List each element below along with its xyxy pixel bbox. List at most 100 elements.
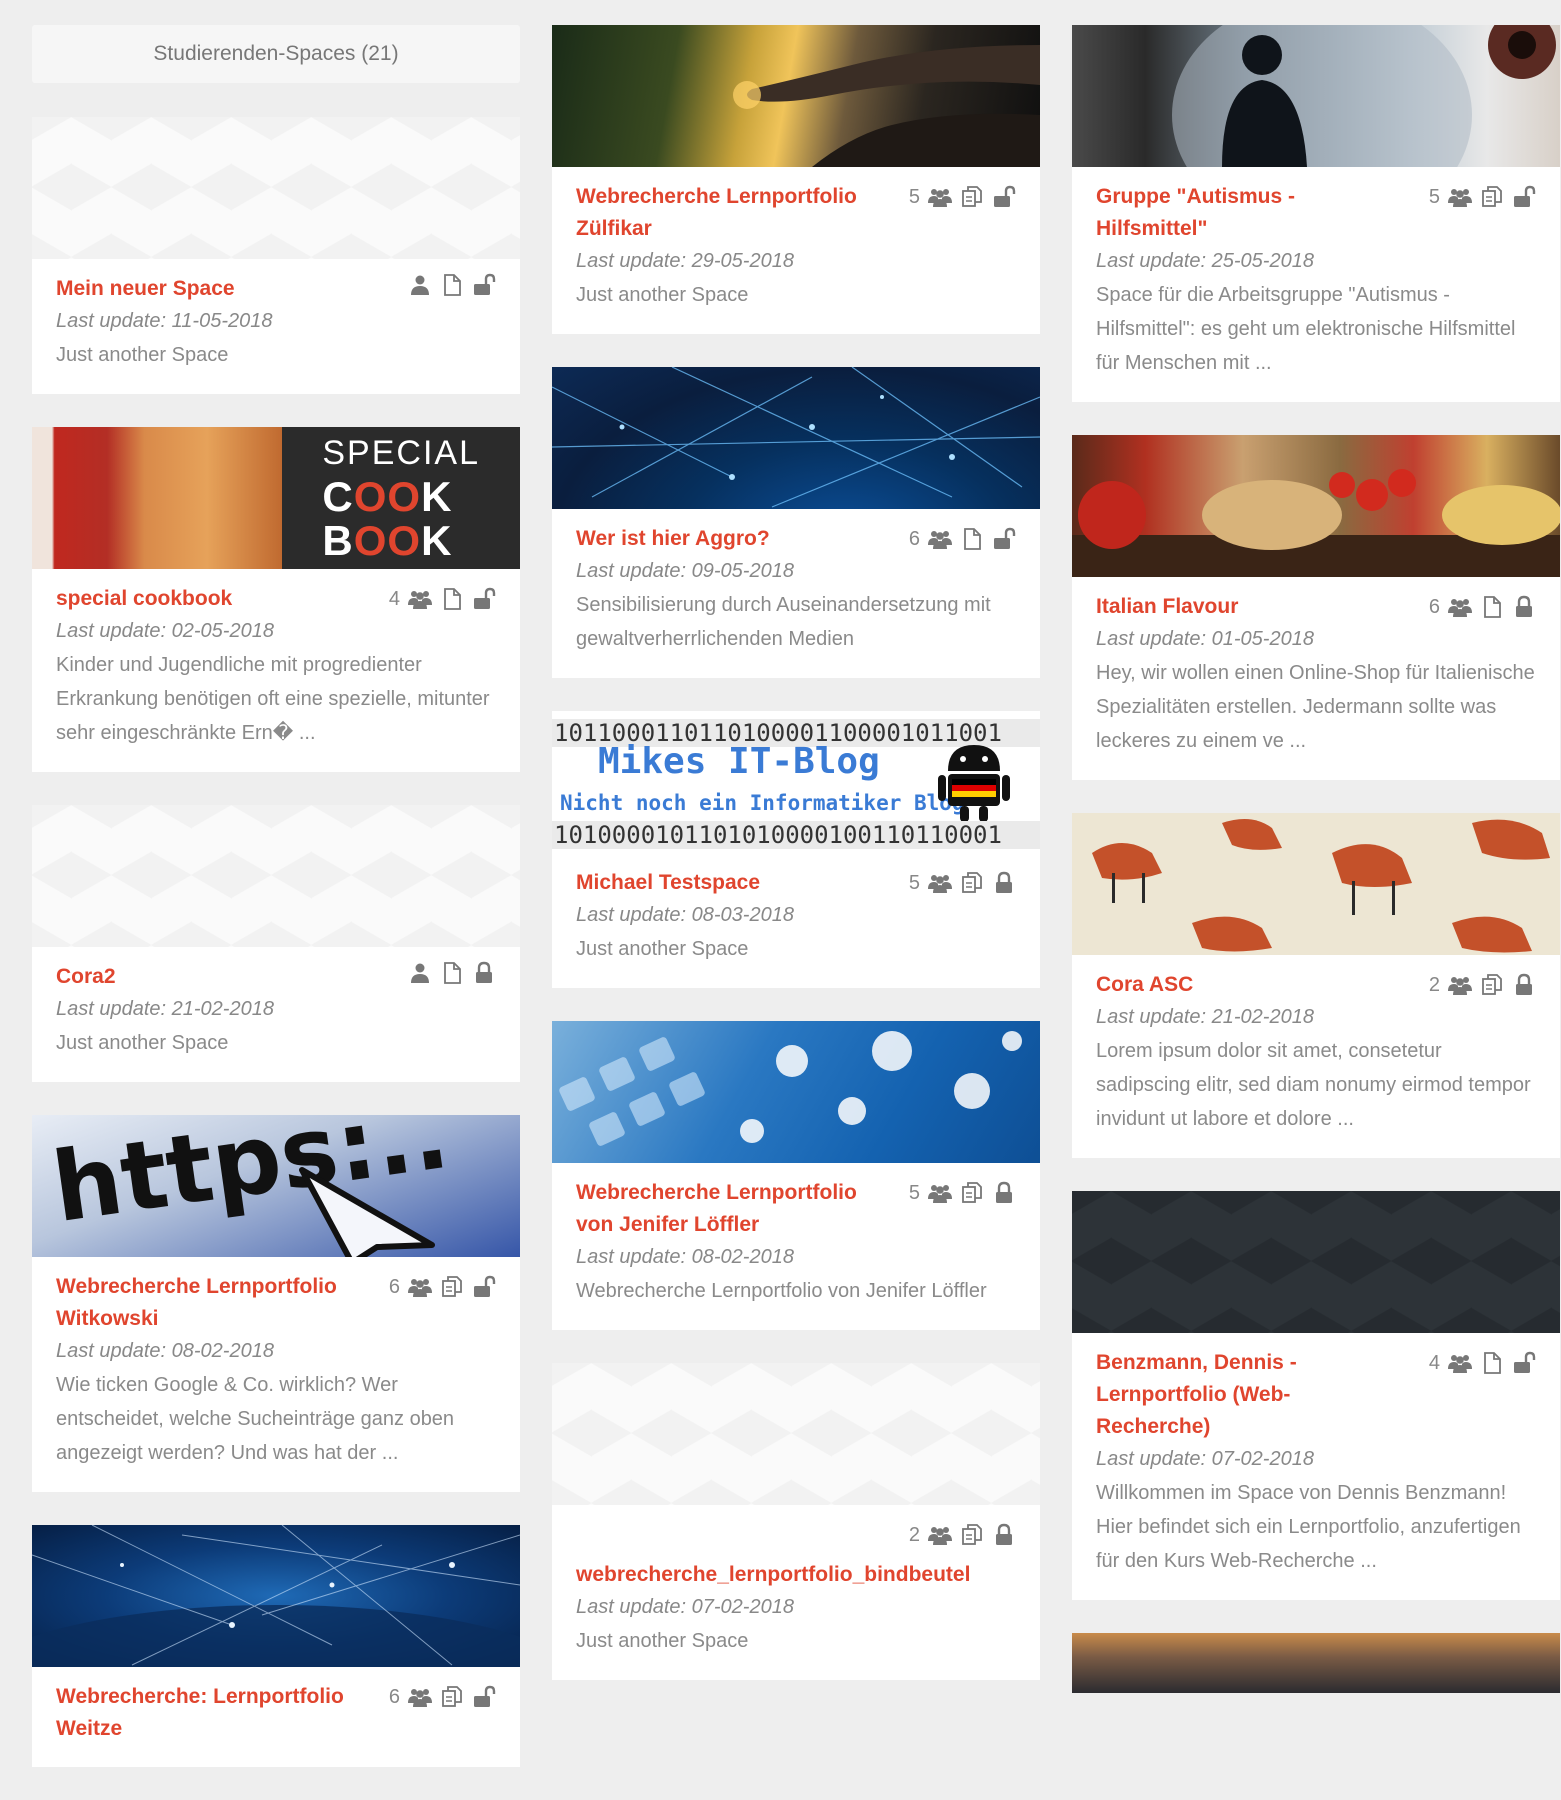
space-card-meta: 5 — [909, 1177, 1016, 1209]
space-card[interactable]: Gruppe "Autismus - Hilfsmittel" 5 Last u… — [1072, 25, 1560, 402]
unlock-icon — [1512, 185, 1536, 209]
android-robot-icon — [938, 745, 1010, 822]
users-icon — [928, 1181, 952, 1205]
unlock-icon — [472, 1685, 496, 1709]
copy-icon — [1480, 973, 1504, 997]
space-card[interactable]: Webrecherche Lernportfolio Zülfikar 5 La… — [552, 25, 1040, 334]
unlock-icon — [472, 587, 496, 611]
page-icon — [440, 273, 464, 297]
space-card-meta: 6 — [389, 1681, 496, 1713]
space-card-description: Just another Space — [576, 1630, 749, 1652]
space-card-description: Webrecherche Lernportfolio von Jenifer L… — [576, 1280, 987, 1302]
space-card[interactable]: 2 webrecherche_lernportfolio_bindbeutel … — [552, 1363, 1040, 1680]
space-card[interactable]: SPECIAL COOK BOOK special cookbook 4 Las… — [32, 427, 520, 772]
users-icon — [1448, 185, 1472, 209]
space-card-description: Just another Space — [576, 938, 749, 960]
space-card-title[interactable]: Gruppe "Autismus - Hilfsmittel" — [1096, 181, 1396, 245]
member-count: 6 — [388, 1686, 400, 1708]
space-card-description: Just another Space — [56, 1032, 229, 1054]
space-card-date: Last update: 01-05-2018 — [1096, 628, 1314, 650]
space-card-image — [552, 1363, 1040, 1505]
space-card[interactable] — [1072, 1633, 1560, 1693]
fox-pattern-graphic — [1092, 819, 1550, 953]
space-card[interactable]: Cora ASC 2 Last update: 21-02-2018 Lorem… — [1072, 813, 1560, 1158]
space-card-image — [32, 805, 520, 947]
space-card[interactable]: Wer ist hier Aggro? 6 Last update: 09-05… — [552, 367, 1040, 678]
cursor-arrow-graphic — [299, 1167, 435, 1257]
space-card-date: Last update: 02-05-2018 — [56, 620, 274, 642]
space-card[interactable]: Italian Flavour 6 Last update: 01-05-201… — [1072, 435, 1560, 780]
space-card-title[interactable]: Webrecherche Lernportfolio von Jenifer L… — [576, 1177, 876, 1241]
space-card-description: Space für die Arbeitsgruppe "Autismus - … — [1096, 284, 1516, 374]
space-card-meta: 6 — [909, 523, 1016, 555]
copy-icon — [960, 185, 984, 209]
space-card-meta: 4 — [1429, 1347, 1536, 1379]
space-card-description: Just another Space — [56, 344, 229, 366]
keyboard-icons-graphic — [559, 1031, 1022, 1146]
users-icon — [408, 587, 432, 611]
space-card-meta: 2 — [909, 1519, 1016, 1551]
user-icon — [408, 273, 432, 297]
space-card[interactable]: 1011000110110100001100001011001 Mikes IT… — [552, 711, 1040, 988]
space-card-image: 1011000110110100001100001011001 Mikes IT… — [552, 711, 1040, 853]
silhouette-graphic — [1172, 25, 1556, 167]
space-card-title[interactable]: Michael Testspace — [576, 867, 760, 899]
space-card-title[interactable]: Webrecherche Lernportfolio Witkowski — [56, 1271, 356, 1335]
space-card-title[interactable]: Webrecherche: Lernportfolio Weitze — [56, 1681, 356, 1745]
space-card[interactable]: https:.. Webrecherche Lernportfolio Witk… — [32, 1115, 520, 1492]
unlock-icon — [1512, 1351, 1536, 1375]
binary-text-bottom: 1010000101101010000100110110001 — [552, 821, 1040, 849]
users-icon — [928, 527, 952, 551]
users-icon — [928, 871, 952, 895]
space-card-title[interactable]: webrecherche_lernportfolio_bindbeutel — [576, 1559, 1016, 1591]
space-card[interactable]: Webrecherche Lernportfolio von Jenifer L… — [552, 1021, 1040, 1330]
space-card-image — [552, 367, 1040, 509]
space-card-image — [1072, 1633, 1560, 1693]
space-card-title[interactable]: Webrecherche Lernportfolio Zülfikar — [576, 181, 876, 245]
spoons-image — [32, 427, 282, 569]
space-card-title[interactable]: Benzmann, Dennis - Lernportfolio (Web-Re… — [1096, 1347, 1326, 1443]
space-card-title[interactable]: Cora2 — [56, 961, 116, 993]
space-card-date: Last update: 11-05-2018 — [56, 310, 273, 332]
lock-icon — [992, 1523, 1016, 1547]
user-icon — [408, 961, 432, 985]
member-count: 4 — [1428, 1352, 1440, 1374]
space-card-description: Just another Space — [576, 284, 749, 306]
space-card-description: Willkommen im Space von Dennis Benzmann!… — [1096, 1482, 1521, 1572]
space-card-title[interactable]: special cookbook — [56, 583, 232, 615]
space-card-meta: 5 — [909, 181, 1016, 213]
section-header: Studierenden-Spaces (21) — [32, 25, 520, 83]
member-count: 5 — [908, 872, 920, 894]
space-card-meta — [408, 273, 496, 297]
space-card-date: Last update: 07-02-2018 — [1096, 1448, 1314, 1470]
copy-icon — [960, 1181, 984, 1205]
space-card-image — [1072, 813, 1560, 955]
space-card[interactable]: Webrecherche: Lernportfolio Weitze 6 — [32, 1525, 520, 1767]
space-card-image — [1072, 435, 1560, 577]
member-count: 6 — [388, 1276, 400, 1298]
space-card-meta — [408, 961, 496, 985]
users-icon — [928, 1523, 952, 1547]
member-count: 6 — [908, 528, 920, 550]
space-card[interactable]: Cora2 Last update: 21-02-2018 Just anoth… — [32, 805, 520, 1082]
copy-icon — [960, 871, 984, 895]
space-card-title[interactable]: Cora ASC — [1096, 969, 1193, 1001]
space-card-title[interactable]: Mein neuer Space — [56, 273, 235, 305]
member-count: 6 — [1428, 596, 1440, 618]
space-card[interactable]: Benzmann, Dennis - Lernportfolio (Web-Re… — [1072, 1191, 1560, 1600]
lock-icon — [1512, 595, 1536, 619]
page-icon — [960, 527, 984, 551]
space-card-date: Last update: 08-03-2018 — [576, 904, 794, 926]
space-card-description: Lorem ipsum dolor sit amet, consetetur s… — [1096, 1040, 1531, 1130]
page-icon — [440, 587, 464, 611]
users-icon — [1448, 595, 1472, 619]
users-icon — [408, 1685, 432, 1709]
space-card-title[interactable]: Italian Flavour — [1096, 591, 1238, 623]
users-icon — [1448, 1351, 1472, 1375]
copy-icon — [440, 1275, 464, 1299]
copy-icon — [440, 1685, 464, 1709]
space-card[interactable]: Mein neuer Space Last update: 11-05-2018… — [32, 117, 520, 394]
space-card-title[interactable]: Wer ist hier Aggro? — [576, 523, 770, 555]
network-world-graphic — [552, 367, 1040, 508]
blog-subtitle-text: Nicht noch ein Informatiker Blog — [560, 791, 965, 815]
